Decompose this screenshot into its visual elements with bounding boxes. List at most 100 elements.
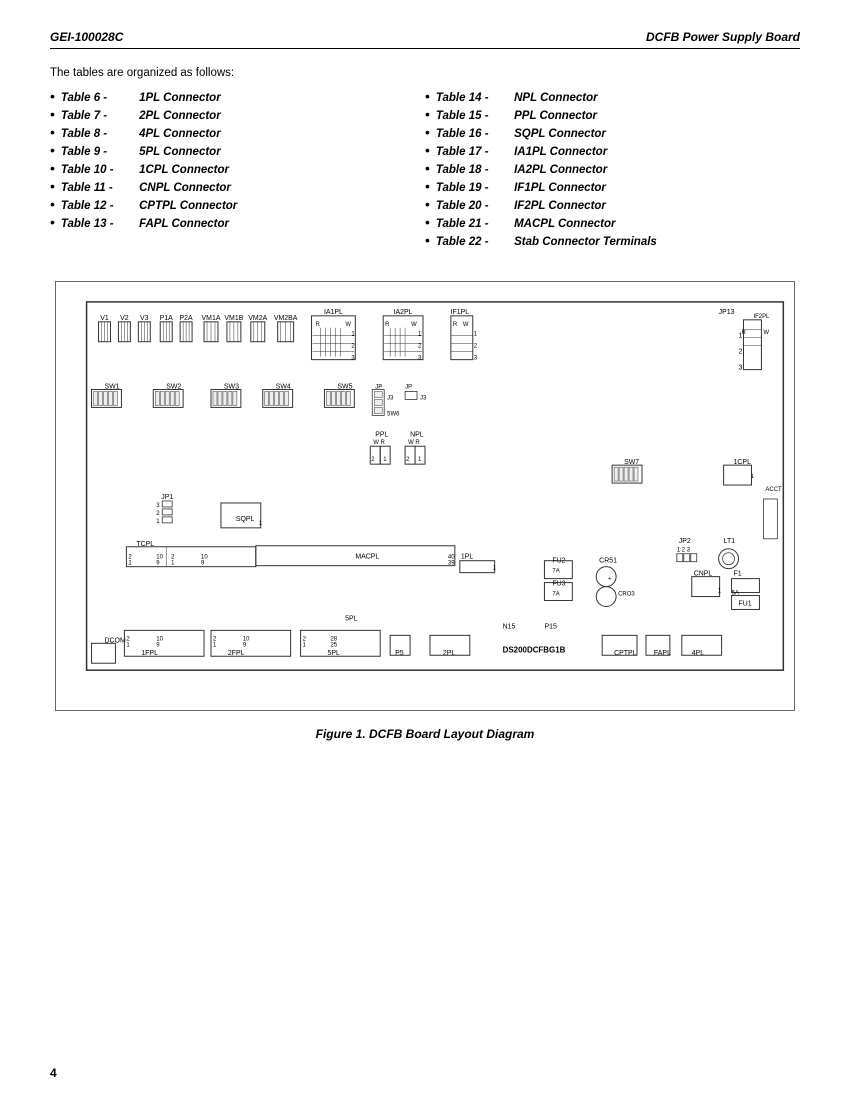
svg-text:VM2A: VM2A <box>248 315 267 322</box>
svg-text:JP1: JP1 <box>161 494 173 501</box>
table-desc: MACPL Connector <box>511 218 616 230</box>
table-num: Table 8 - <box>61 128 136 140</box>
svg-text:IF2PL: IF2PL <box>753 314 770 320</box>
table-desc: CNPL Connector <box>136 182 231 194</box>
svg-text:IF1PL: IF1PL <box>451 309 470 316</box>
bullet: • <box>425 197 430 211</box>
svg-text:P5: P5 <box>395 650 404 657</box>
svg-text:P2A: P2A <box>180 315 194 322</box>
svg-text:V2: V2 <box>120 315 129 322</box>
svg-text:5PL: 5PL <box>327 650 340 657</box>
list-item: • Table 10 - 1CPL Connector <box>50 161 425 176</box>
svg-text:R: R <box>453 322 458 328</box>
header-right: DCFB Power Supply Board <box>646 30 800 44</box>
bullet: • <box>50 161 55 175</box>
figure-caption: Figure 1. DCFB Board Layout Diagram <box>50 727 800 741</box>
svg-text:VM2BA: VM2BA <box>274 315 298 322</box>
svg-text:7A: 7A <box>552 592 559 598</box>
svg-text:VM1A: VM1A <box>202 315 221 322</box>
page-number: 4 <box>50 1066 57 1080</box>
svg-text:W: W <box>345 322 351 328</box>
right-table-list: •Table 14 - NPL Connector•Table 15 - PPL… <box>425 89 800 248</box>
svg-text:W: W <box>463 322 469 328</box>
table-num: Table 9 - <box>61 146 136 158</box>
list-item: •Table 12 - CPTPL Connector <box>50 197 425 212</box>
table-desc: NPL Connector <box>511 92 598 104</box>
left-table-list: •Table 6 - 1PL Connector •Table 7 - 2PL C… <box>50 89 425 230</box>
svg-text:W: W <box>411 322 417 328</box>
svg-text:JP13: JP13 <box>719 309 735 316</box>
svg-text:5PL: 5PL <box>345 615 358 622</box>
svg-text:J3: J3 <box>387 395 394 401</box>
table-num: Table 6 - <box>61 92 136 104</box>
svg-text:PPL: PPL <box>375 431 388 438</box>
intro-text: The tables are organized as follows: <box>50 67 800 79</box>
table-num: Table 18 - <box>436 164 511 176</box>
page: GEI-100028C DCFB Power Supply Board The … <box>0 0 850 1100</box>
table-num: Table 20 - <box>436 200 511 212</box>
table-desc: 4PL Connector <box>136 128 221 140</box>
svg-text:N15: N15 <box>503 623 516 630</box>
svg-text:ACCT: ACCT <box>765 487 782 493</box>
bullet: • <box>425 125 430 139</box>
table-num: Table 22 - <box>436 236 511 248</box>
table-num: Table 7 - <box>61 110 136 122</box>
svg-text:3: 3 <box>739 365 743 372</box>
list-item: •Table 17 - IA1PL Connector <box>425 143 800 158</box>
table-desc: PPL Connector <box>511 110 597 122</box>
svg-text:R: R <box>316 322 321 328</box>
svg-text:39: 39 <box>448 561 455 567</box>
svg-text:1 2 3: 1 2 3 <box>677 548 691 554</box>
svg-text:F1: F1 <box>734 571 742 578</box>
svg-text:1PL: 1PL <box>461 554 474 561</box>
table-desc: 5PL Connector <box>136 146 221 158</box>
svg-text:IA2PL: IA2PL <box>394 309 413 316</box>
bullet: • <box>50 197 55 211</box>
board-layout-svg: V1 V2 V3 P1A P2A <box>56 282 794 710</box>
svg-text:CPTPL: CPTPL <box>614 650 637 657</box>
list-item: •Table 11 - CNPL Connector <box>50 179 425 194</box>
table-desc: FAPL Connector <box>136 218 229 230</box>
table-desc: Stab Connector Terminals <box>511 236 657 248</box>
svg-text:4PL: 4PL <box>692 650 705 657</box>
table-list-left: •Table 6 - 1PL Connector •Table 7 - 2PL C… <box>50 89 425 251</box>
svg-text:+: + <box>608 577 612 583</box>
svg-text:R: R <box>385 322 390 328</box>
table-desc: 1CPL Connector <box>136 164 229 176</box>
svg-text:P1A: P1A <box>160 315 174 322</box>
header-left: GEI-100028C <box>50 30 123 44</box>
list-item: •Table 13 - FAPL Connector <box>50 215 425 230</box>
svg-text:CRO3: CRO3 <box>618 592 635 598</box>
svg-text:2FPL: 2FPL <box>228 650 245 657</box>
svg-text:W R: W R <box>373 440 385 446</box>
svg-text:1: 1 <box>739 333 743 340</box>
bullet: • <box>425 233 430 247</box>
svg-text:V3: V3 <box>140 315 149 322</box>
list-item: •Table 19 - IF1PL Connector <box>425 179 800 194</box>
bullet: • <box>425 107 430 121</box>
svg-text:J3: J3 <box>420 395 427 401</box>
table-num: Table 17 - <box>436 146 511 158</box>
bullet: • <box>425 161 430 175</box>
svg-text:JP2: JP2 <box>679 538 691 545</box>
list-item: •Table 14 - NPL Connector <box>425 89 800 104</box>
svg-text:5W6: 5W6 <box>387 411 400 417</box>
table-num: Table 13 - <box>61 218 136 230</box>
list-item: •Table 18 - IA2PL Connector <box>425 161 800 176</box>
svg-text:P15: P15 <box>544 623 557 630</box>
table-num: Table 11 - <box>61 182 136 194</box>
list-item: •Table 6 - 1PL Connector <box>50 89 425 104</box>
svg-text:IA1PL: IA1PL <box>324 309 343 316</box>
list-item: •Table 9 - 5PL Connector <box>50 143 425 158</box>
table-num: Table 10 - <box>61 164 136 176</box>
svg-text:FU1: FU1 <box>739 600 752 607</box>
table-desc: CPTPL Connector <box>136 200 237 212</box>
svg-text:DS200DCFBG1B: DS200DCFBG1B <box>503 645 566 654</box>
svg-text:5A: 5A <box>732 591 739 597</box>
bullet: • <box>425 215 430 229</box>
bullet: • <box>425 89 430 103</box>
list-item: •Table 7 - 2PL Connector <box>50 107 425 122</box>
svg-text:V1: V1 <box>100 315 109 322</box>
bullet: • <box>425 179 430 193</box>
svg-text:2PL: 2PL <box>443 650 456 657</box>
